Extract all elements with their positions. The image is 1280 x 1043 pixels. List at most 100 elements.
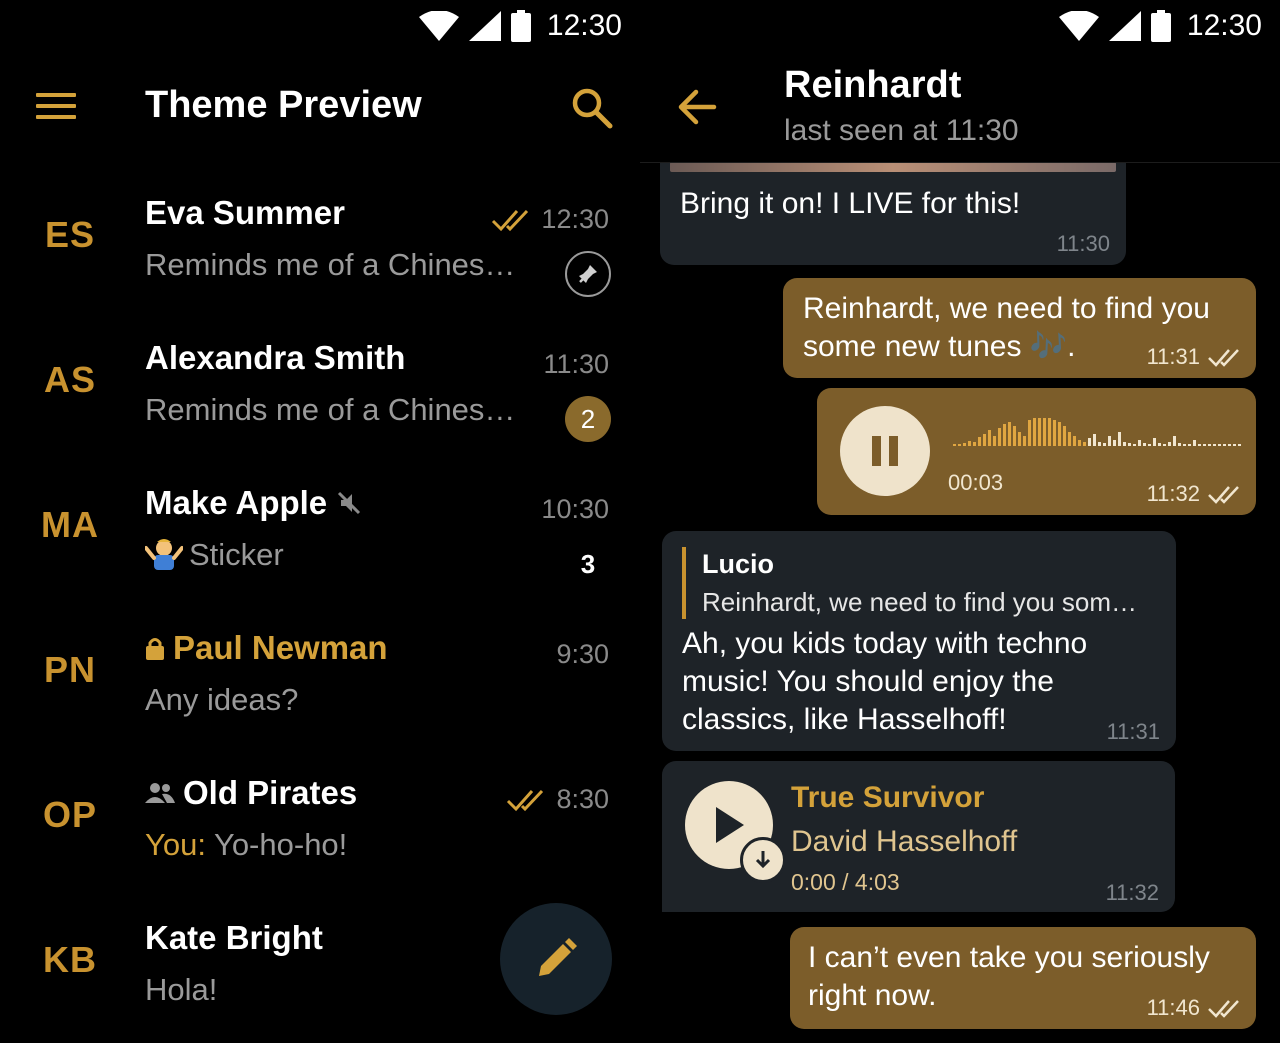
chat-preview-text: Yo-ho-ho! bbox=[205, 827, 348, 862]
chat-item-old-pirates[interactable]: OP Old Pirates You: Yo-ho-ho! 8:30 bbox=[0, 760, 640, 905]
message-text-line: some new tunes 🎶. bbox=[803, 330, 1076, 363]
reply-quote: Reinhardt, we need to find you som… bbox=[702, 587, 1138, 617]
waveform-bar bbox=[1058, 422, 1061, 446]
status-time: 12:30 bbox=[546, 9, 622, 42]
last-seen-status: last seen at 11:30 bbox=[784, 114, 1019, 147]
message-outgoing[interactable]: I can’t even take you seriously right no… bbox=[790, 927, 1256, 1029]
muted-icon bbox=[338, 491, 361, 515]
double-check-icon bbox=[1208, 486, 1239, 504]
chat-item-paul-newman[interactable]: PN Paul Newman Any ideas? 9:30 bbox=[0, 615, 640, 760]
waveform-bar bbox=[1198, 444, 1201, 446]
waveform-bar bbox=[968, 441, 971, 446]
menu-icon[interactable] bbox=[36, 93, 76, 123]
message-time: 11:31 bbox=[1106, 719, 1160, 744]
waveform-bar bbox=[998, 428, 1001, 446]
message-time: 11:32 bbox=[1105, 880, 1159, 905]
waveform-bar bbox=[1043, 418, 1046, 446]
waveform-bar bbox=[1098, 442, 1101, 446]
voice-waveform[interactable] bbox=[953, 416, 1243, 456]
waveform-bar bbox=[1208, 444, 1211, 446]
waveform-bar bbox=[1238, 444, 1241, 446]
waveform-bar bbox=[1088, 438, 1091, 446]
waveform-bar bbox=[1113, 440, 1116, 446]
wifi-icon bbox=[418, 11, 459, 41]
music-message[interactable]: True Survivor David Hasselhoff 0:00 / 4:… bbox=[662, 761, 1175, 912]
waveform-bar bbox=[1003, 424, 1006, 446]
chat-preview-text: Sticker bbox=[189, 537, 284, 572]
chat-name: Kate Bright bbox=[145, 919, 323, 956]
pause-icon bbox=[872, 436, 898, 466]
signal-icon bbox=[468, 11, 501, 41]
waveform-bar bbox=[1203, 444, 1206, 446]
waveform-bar bbox=[1218, 444, 1221, 446]
sticker-emoji-icon bbox=[145, 539, 183, 570]
message-time: 11:30 bbox=[1056, 231, 1110, 256]
waveform-bar bbox=[1193, 440, 1196, 446]
avatar: OP bbox=[42, 794, 97, 835]
voice-duration: 00:03 bbox=[948, 470, 1004, 495]
message-text-line: classics, like Hasselhoff! bbox=[682, 703, 1007, 736]
message-incoming[interactable]: Bring it on! I LIVE for this! 11:30 bbox=[660, 150, 1126, 265]
chat-item-alexandra-smith[interactable]: AS Alexandra Smith Reminds me of a Chine… bbox=[0, 325, 640, 470]
track-title: True Survivor bbox=[791, 781, 985, 814]
waveform-bar bbox=[1033, 418, 1036, 446]
page-title: Theme Preview bbox=[145, 84, 422, 126]
message-outgoing[interactable]: Reinhardt, we need to find you some new … bbox=[783, 278, 1256, 378]
waveform-bar bbox=[1078, 440, 1081, 446]
preview-sender: You: bbox=[145, 827, 206, 862]
chat-list-header: Theme Preview bbox=[0, 60, 640, 155]
chat-name: Alexandra Smith bbox=[145, 339, 406, 376]
waveform-bar bbox=[1173, 436, 1176, 446]
chat-name-row: Old Pirates bbox=[145, 774, 357, 812]
unread-badge: 2 bbox=[565, 396, 611, 442]
waveform-bar bbox=[1158, 443, 1161, 446]
pause-button[interactable] bbox=[840, 406, 930, 496]
waveform-bar bbox=[1053, 420, 1056, 446]
back-arrow-icon[interactable] bbox=[676, 86, 718, 128]
waveform-bar bbox=[1028, 420, 1031, 446]
waveform-bar bbox=[1128, 443, 1131, 446]
chat-name-row: Paul Newman bbox=[145, 629, 388, 667]
battery-icon bbox=[1150, 10, 1171, 42]
voice-message[interactable]: 00:03 11:32 bbox=[817, 388, 1256, 515]
search-icon[interactable] bbox=[570, 86, 614, 130]
chat-time: 9:30 bbox=[556, 639, 609, 669]
waveform-bar bbox=[1008, 422, 1011, 446]
waveform-bar bbox=[963, 443, 966, 446]
chat-time: 10:30 bbox=[541, 494, 609, 524]
signal-icon bbox=[1108, 11, 1141, 41]
waveform-bar bbox=[1048, 418, 1051, 446]
pencil-icon bbox=[539, 938, 577, 976]
waveform-bar bbox=[1163, 444, 1166, 446]
reply-bar bbox=[682, 547, 686, 619]
message-time: 11:31 bbox=[1147, 344, 1240, 370]
double-check-icon bbox=[1208, 349, 1239, 367]
avatar: MA bbox=[41, 504, 99, 545]
waveform-bar bbox=[1038, 418, 1041, 446]
waveform-bar bbox=[978, 437, 981, 446]
chat-item-make-apple[interactable]: MA Make Apple Sticker 10:30 3 bbox=[0, 470, 640, 615]
waveform-bar bbox=[1013, 426, 1016, 446]
chat-preview: Hola! bbox=[145, 972, 218, 1007]
chat-preview-row: You: Yo-ho-ho! bbox=[145, 827, 347, 863]
waveform-bar bbox=[958, 444, 961, 446]
pin-icon bbox=[565, 251, 611, 297]
message-reply[interactable]: Lucio Reinhardt, we need to find you som… bbox=[662, 531, 1176, 751]
waveform-bar bbox=[1178, 443, 1181, 446]
waveform-bar bbox=[973, 442, 976, 446]
chat-title[interactable]: Reinhardt bbox=[784, 64, 961, 107]
waveform-bar bbox=[1108, 436, 1111, 446]
download-button[interactable] bbox=[740, 837, 786, 883]
waveform-bar bbox=[1153, 438, 1156, 446]
message-text-line: right now. bbox=[808, 979, 937, 1012]
waveform-bar bbox=[1183, 444, 1186, 446]
group-icon bbox=[145, 783, 175, 803]
wifi-icon bbox=[1058, 11, 1099, 41]
chat-name: Old Pirates bbox=[183, 774, 358, 811]
status-time: 12:30 bbox=[1186, 9, 1262, 42]
waveform-bar bbox=[1148, 444, 1151, 446]
compose-button[interactable] bbox=[500, 903, 612, 1015]
chat-item-eva-summer[interactable]: ES Eva Summer Reminds me of a Chines… 12… bbox=[0, 180, 640, 325]
waveform-bar bbox=[1093, 434, 1096, 446]
media-preview-strip bbox=[670, 162, 1116, 172]
